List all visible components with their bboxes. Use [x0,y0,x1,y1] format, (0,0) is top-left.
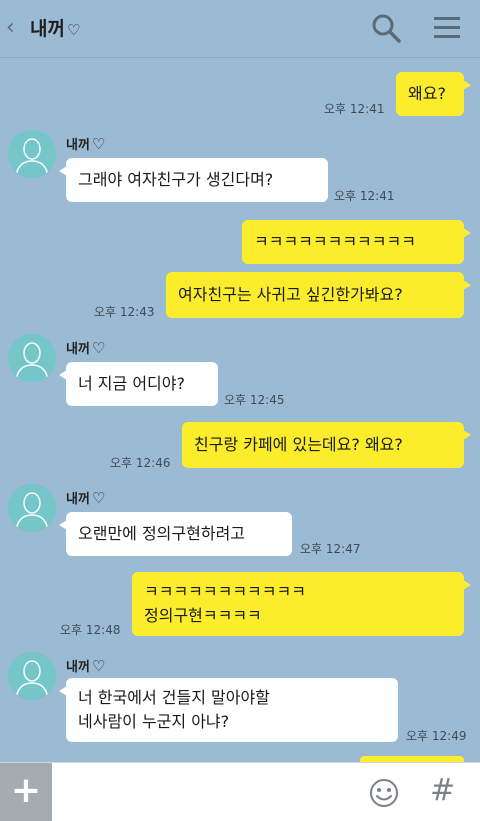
avatar[interactable] [8,484,56,532]
their-message[interactable]: 너 한국에서 건들지 말아야할 네사람이 누군지 아냐? [59,678,398,742]
message-text: 친구랑 카페에 있는데요? 왜요? [194,435,403,454]
sender-name: 내꺼 ♡ [66,657,106,675]
message-text: 오랜만에 정의구현하려고 [78,524,246,543]
avatar[interactable] [8,652,56,700]
message-text: ㅋㅋㅋㅋㅋㅋㅋㅋㅋㅋㅋ [254,232,416,251]
sender-name: 내꺼 ♡ [66,339,106,357]
avatar[interactable] [8,334,56,382]
chat-header: ‹ 내꺼 ♡ [0,0,480,58]
avatar-silhouette-icon [15,138,49,177]
message-time: 오후 12:48 [60,623,121,637]
message-text-line: 너 한국에서 건들지 말아야할 [78,688,270,707]
avatar-silhouette-icon [15,660,49,699]
back-icon[interactable]: ‹ [6,16,22,40]
message-time: 오후 12:43 [94,305,155,319]
hash-icon[interactable]: # [430,773,455,808]
their-message[interactable]: 너 지금 어디야? [59,362,218,406]
sender-name: 내꺼 ♡ [66,135,106,153]
message-text-line: 네사람이 누군지 아냐? [78,712,230,731]
message-time: 오후 12:41 [324,102,385,116]
their-message[interactable]: 그래야 여자친구가 생긴다며? [59,158,328,202]
emoji-icon[interactable] [368,777,400,809]
menu-icon[interactable] [432,14,462,42]
message-time: 오후 12:45 [224,393,285,407]
my-message[interactable]: ㅋㅋㅋㅋㅋㅋㅋㅋㅋㅋㅋ 정의구현ㅋㅋㅋㅋ [132,572,471,636]
my-message[interactable]: 왜요? [396,72,471,116]
my-message[interactable]: ㅋㅋㅋㅋㅋㅋㅋㅋㅋㅋㅋ [242,220,471,264]
avatar[interactable] [8,130,56,178]
heart-icon: ♡ [91,657,106,675]
message-text: 왜요? [408,84,446,103]
their-message[interactable]: 오랜만에 정의구현하려고 [59,512,292,556]
chat-title: 내꺼 ♡ [30,18,81,40]
message-text: 그래야 여자친구가 생긴다며? [78,170,274,189]
message-text-line: ㅋㅋㅋㅋㅋㅋㅋㅋㅋㅋㅋ [144,582,306,601]
sender-name: 내꺼 ♡ [66,489,106,507]
input-bar: + # [0,762,480,821]
message-time: 오후 12:41 [334,189,395,203]
heart-icon: ♡ [91,339,106,357]
heart-icon: ♡ [91,489,106,507]
avatar-silhouette-icon [15,492,49,531]
add-attachment-button[interactable]: + [0,763,52,821]
message-text: 여자친구는 사귀고 싶긴한가봐요? [178,285,403,304]
my-message[interactable]: 여자친구는 사귀고 싶긴한가봐요? [166,272,471,318]
message-text-line: 정의구현ㅋㅋㅋㅋ [144,606,262,625]
search-icon[interactable] [370,12,402,44]
avatar-silhouette-icon [15,342,49,381]
message-time: 오후 12:46 [110,456,171,470]
heart-icon: ♡ [66,21,81,39]
message-time: 오후 12:49 [406,729,467,743]
message-time: 오후 12:47 [300,542,361,556]
my-message[interactable]: 친구랑 카페에 있는데요? 왜요? [182,422,471,468]
heart-icon: ♡ [91,135,106,153]
message-text: 너 지금 어디야? [78,374,185,393]
